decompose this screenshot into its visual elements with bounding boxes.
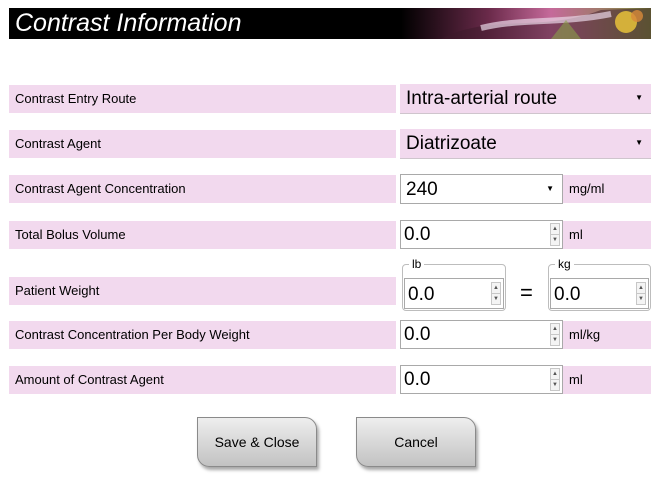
spin-down-icon[interactable]: ▼	[492, 294, 500, 304]
entry-route-label: Contrast Entry Route	[9, 85, 396, 113]
page-title: Contrast Information	[15, 9, 242, 37]
spin-up-icon[interactable]: ▲	[637, 283, 645, 294]
weight-kg-input[interactable]: 0.0 ▲ ▼	[550, 278, 649, 309]
header-bar: Contrast Information	[9, 8, 651, 39]
chevron-down-icon: ▼	[635, 93, 643, 102]
concentration-per-weight-value: 0.0	[404, 324, 431, 345]
spin-up-icon[interactable]: ▲	[551, 324, 559, 335]
weight-lb-input[interactable]: 0.0 ▲ ▼	[404, 278, 504, 309]
spin-up-icon[interactable]: ▲	[492, 283, 500, 294]
chevron-down-icon: ▼	[635, 138, 643, 147]
amount-input[interactable]: 0.0 ▲ ▼	[400, 365, 563, 394]
concentration-select[interactable]: 240 ▼	[400, 174, 563, 204]
equals-sign: =	[520, 280, 533, 305]
concentration-per-weight-input[interactable]: 0.0 ▲ ▼	[400, 320, 563, 349]
concentration-per-weight-unit: ml/kg	[563, 321, 651, 349]
agent-select[interactable]: Diatrizoate ▼	[400, 129, 651, 159]
weight-lb-value: 0.0	[408, 284, 435, 305]
bolus-volume-label: Total Bolus Volume	[9, 221, 396, 249]
spin-down-icon[interactable]: ▼	[551, 235, 559, 245]
concentration-per-weight-label: Contrast Concentration Per Body Weight	[9, 321, 396, 349]
spin-down-icon[interactable]: ▼	[551, 335, 559, 345]
weight-lb-group: lb 0.0 ▲ ▼	[402, 256, 506, 311]
bolus-volume-value: 0.0	[404, 224, 431, 245]
spin-up-icon[interactable]: ▲	[551, 369, 559, 380]
spin-down-icon[interactable]: ▼	[637, 294, 645, 304]
spinner-buttons[interactable]: ▲ ▼	[550, 368, 560, 391]
header-flower-image	[401, 8, 651, 39]
spinner-buttons[interactable]: ▲ ▼	[491, 282, 501, 305]
cancel-button[interactable]: Cancel	[356, 417, 476, 467]
concentration-label: Contrast Agent Concentration	[9, 175, 396, 203]
chevron-down-icon: ▼	[546, 184, 554, 193]
agent-label: Contrast Agent	[9, 130, 396, 158]
bolus-volume-input[interactable]: 0.0 ▲ ▼	[400, 220, 563, 249]
save-close-button[interactable]: Save & Close	[197, 417, 317, 467]
bolus-volume-unit: ml	[563, 221, 651, 249]
weight-kg-group: kg 0.0 ▲ ▼	[548, 256, 651, 311]
spin-down-icon[interactable]: ▼	[551, 380, 559, 390]
amount-value: 0.0	[404, 369, 431, 390]
amount-unit: ml	[563, 366, 651, 394]
spinner-buttons[interactable]: ▲ ▼	[550, 323, 560, 346]
entry-route-value: Intra-arterial route	[406, 88, 558, 109]
spinner-buttons[interactable]: ▲ ▼	[636, 282, 646, 305]
weight-lb-legend: lb	[409, 256, 425, 272]
spinner-buttons[interactable]: ▲ ▼	[550, 223, 560, 246]
weight-kg-legend: kg	[555, 256, 574, 272]
amount-label: Amount of Contrast Agent	[9, 366, 396, 394]
spin-up-icon[interactable]: ▲	[551, 224, 559, 235]
agent-value: Diatrizoate	[406, 133, 497, 154]
concentration-unit: mg/ml	[563, 175, 651, 203]
patient-weight-label: Patient Weight	[9, 277, 396, 305]
entry-route-select[interactable]: Intra-arterial route ▼	[400, 84, 651, 114]
concentration-value: 240	[406, 179, 438, 200]
weight-kg-value: 0.0	[554, 284, 581, 305]
